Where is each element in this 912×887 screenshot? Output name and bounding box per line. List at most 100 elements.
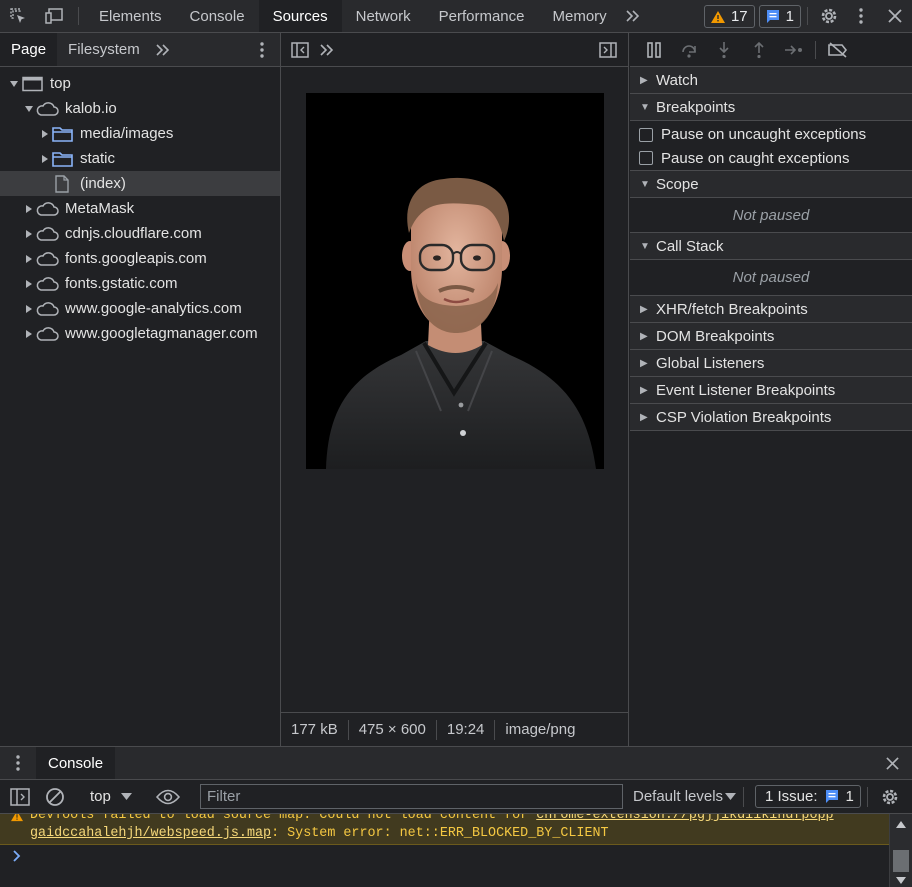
image-mime-type: image/png	[505, 721, 576, 738]
cloud-icon	[35, 101, 59, 117]
cloud-icon	[35, 226, 59, 242]
toggle-navigator-icon[interactable]	[291, 41, 309, 58]
filter-input[interactable]	[200, 784, 623, 809]
clear-console-icon[interactable]	[45, 787, 65, 807]
drawer-tabs: Console	[0, 746, 912, 780]
collapsed-arrow-icon: ▶	[640, 357, 648, 369]
collapsed-arrow-icon[interactable]	[23, 228, 35, 240]
image-size: 177 kB	[281, 719, 349, 740]
tree-item-static[interactable]: static	[0, 146, 280, 171]
step-into-icon[interactable]	[706, 41, 741, 59]
chevron-down-icon[interactable]	[725, 792, 736, 801]
close-icon[interactable]	[878, 0, 912, 32]
show-sidebar-icon[interactable]	[10, 787, 30, 806]
pause-icon[interactable]	[636, 41, 671, 58]
console-scrollbar[interactable]	[889, 814, 912, 887]
gear-icon[interactable]	[814, 0, 844, 32]
collapsed-arrow-icon[interactable]	[23, 253, 35, 265]
expanded-arrow-icon[interactable]	[8, 78, 20, 90]
xhr-breakpoints-section[interactable]: ▶ XHR/fetch Breakpoints	[630, 296, 912, 323]
warning-line-2: gaidccahalehjh/webspeed.js.map: System e…	[30, 826, 609, 841]
breakpoints-section[interactable]: ▼ Breakpoints	[630, 94, 912, 121]
collapsed-arrow-icon[interactable]	[23, 278, 35, 290]
call-stack-section[interactable]: ▼ Call Stack	[630, 233, 912, 260]
image-time: 19:24	[437, 719, 496, 740]
close-drawer-icon[interactable]	[872, 747, 912, 779]
pause-uncaught-row[interactable]: Pause on uncaught exceptions	[630, 123, 912, 146]
step-out-icon[interactable]	[741, 41, 776, 59]
toggle-debugger-icon[interactable]	[599, 41, 617, 58]
step-over-icon[interactable]	[671, 42, 706, 58]
tree-item-label: cdnjs.cloudflare.com	[65, 225, 202, 242]
log-levels-dropdown[interactable]: Default levels	[633, 788, 723, 805]
eye-icon[interactable]	[156, 789, 180, 805]
scroll-up-icon[interactable]	[896, 821, 906, 828]
tab-memory[interactable]: Memory	[539, 0, 621, 32]
drawer-menu-icon[interactable]	[0, 747, 36, 779]
step-icon[interactable]	[776, 44, 811, 56]
more-tabs-icon[interactable]	[621, 0, 645, 32]
gear-icon[interactable]	[880, 787, 900, 807]
watch-section[interactable]: ▶ Watch	[630, 67, 912, 94]
issues-count: 1	[845, 788, 854, 805]
tab-console[interactable]: Console	[176, 0, 259, 32]
devtools-toolbar: Elements Console Sources Network Perform…	[0, 0, 912, 33]
tree-item-analytics[interactable]: www.google-analytics.com	[0, 296, 280, 321]
event-listener-breakpoints-section[interactable]: ▶ Event Listener Breakpoints	[630, 377, 912, 404]
tree-item-metamask[interactable]: MetaMask	[0, 196, 280, 221]
tab-elements[interactable]: Elements	[85, 0, 176, 32]
tree-item-kalob[interactable]: kalob.io	[0, 96, 280, 121]
section-title: Call Stack	[656, 237, 724, 255]
scope-section[interactable]: ▼ Scope	[630, 171, 912, 198]
tab-filesystem[interactable]: Filesystem	[57, 33, 151, 66]
deactivate-breakpoints-icon[interactable]	[820, 41, 855, 58]
device-toolbar-icon[interactable]	[36, 0, 72, 32]
collapsed-arrow-icon[interactable]	[23, 203, 35, 215]
image-preview	[306, 93, 604, 469]
collapsed-arrow-icon[interactable]	[23, 303, 35, 315]
tree-item-tagmanager[interactable]: www.googletagmanager.com	[0, 321, 280, 346]
tree-item-media-images[interactable]: media/images	[0, 121, 280, 146]
context-selector[interactable]: top	[90, 788, 111, 805]
csp-violation-breakpoints-section[interactable]: ▶ CSP Violation Breakpoints	[630, 404, 912, 431]
source-map-link[interactable]: chrome-extension://pgjjikdiikihdfpopp	[536, 814, 833, 823]
section-title: XHR/fetch Breakpoints	[656, 300, 808, 318]
chevron-down-icon[interactable]	[121, 792, 132, 801]
source-map-link[interactable]: gaidccahalehjh/webspeed.js.map	[30, 826, 271, 841]
kebab-menu-icon[interactable]	[844, 0, 878, 32]
tree-item-index[interactable]: (index)	[0, 171, 280, 196]
tab-sources[interactable]: Sources	[258, 0, 342, 32]
dom-breakpoints-section[interactable]: ▶ DOM Breakpoints	[630, 323, 912, 350]
tree-item-label: media/images	[80, 125, 174, 142]
issues-badge[interactable]: 1 Issue: 1	[755, 785, 861, 808]
more-tabs-icon[interactable]	[319, 43, 335, 57]
scrollbar-thumb[interactable]	[893, 850, 909, 872]
tree-item-top[interactable]: top	[0, 71, 280, 96]
tab-performance[interactable]: Performance	[425, 0, 539, 32]
tree-item-cdnjs[interactable]: cdnjs.cloudflare.com	[0, 221, 280, 246]
inspect-element-icon[interactable]	[0, 0, 36, 32]
tab-console-drawer[interactable]: Console	[36, 747, 116, 779]
tab-network[interactable]: Network	[342, 0, 425, 32]
collapsed-arrow-icon: ▶	[640, 384, 648, 396]
collapsed-arrow-icon[interactable]	[23, 328, 35, 340]
tree-item-googleapis[interactable]: fonts.googleapis.com	[0, 246, 280, 271]
kebab-menu-icon[interactable]	[244, 33, 280, 66]
tab-page[interactable]: Page	[0, 33, 58, 66]
collapsed-arrow-icon[interactable]	[39, 153, 51, 165]
console-toolbar: top Default levels 1 Issue: 1	[0, 780, 912, 814]
console-prompt[interactable]	[0, 846, 889, 887]
cloud-icon	[35, 276, 59, 292]
messages-badge[interactable]: 1	[758, 5, 801, 28]
global-listeners-section[interactable]: ▶ Global Listeners	[630, 350, 912, 377]
pause-caught-row[interactable]: Pause on caught exceptions	[630, 146, 912, 171]
warnings-badge[interactable]: 17	[703, 5, 755, 28]
pause-uncaught-checkbox[interactable]	[639, 127, 653, 142]
tree-item-gstatic[interactable]: fonts.gstatic.com	[0, 271, 280, 296]
folder-icon	[52, 151, 73, 167]
pause-caught-checkbox[interactable]	[639, 151, 653, 165]
scroll-down-icon[interactable]	[896, 877, 906, 884]
expanded-arrow-icon[interactable]	[23, 103, 35, 115]
more-tabs-icon[interactable]	[151, 33, 175, 66]
collapsed-arrow-icon[interactable]	[39, 128, 51, 140]
